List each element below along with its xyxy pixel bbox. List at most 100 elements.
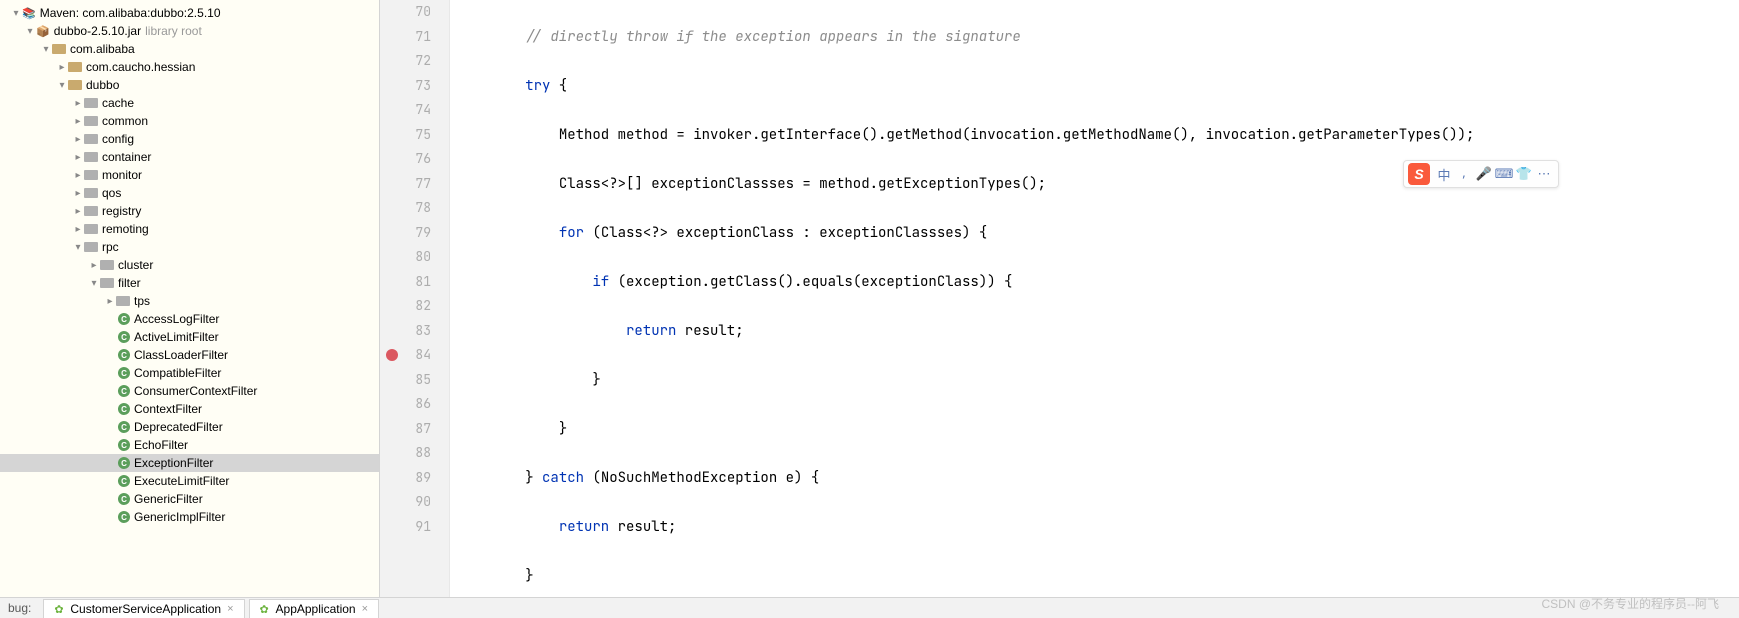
line-number[interactable]: 74 [380,98,431,123]
tree-node-package[interactable]: ▾ dubbo [0,76,379,94]
close-icon[interactable]: × [362,603,368,615]
folder-icon [84,98,98,108]
line-number[interactable]: 76 [380,147,431,172]
class-icon: C [118,331,130,343]
ime-punct-button[interactable]: ⸴ [1454,164,1474,184]
tree-node-folder[interactable]: ▸monitor [0,166,379,184]
line-number[interactable]: 73 [380,74,431,99]
tree-node-class[interactable]: CEchoFilter [0,436,379,454]
tree-node-folder[interactable]: ▸tps [0,292,379,310]
class-icon: C [118,313,130,325]
tree-node-class[interactable]: CContextFilter [0,400,379,418]
line-number[interactable]: 87 [380,417,431,442]
project-tree[interactable]: ▾ 📚 Maven: com.alibaba:dubbo:2.5.10 ▾ 📦 … [0,0,380,597]
tree-node-class[interactable]: CExecuteLimitFilter [0,472,379,490]
class-icon: C [118,511,130,523]
chevron-right-icon: ▸ [72,170,84,181]
chevron-right-icon: ▸ [56,62,68,73]
tree-node-folder[interactable]: ▾filter [0,274,379,292]
tree-node-folder[interactable]: ▸container [0,148,379,166]
chevron-right-icon: ▸ [72,98,84,109]
tree-node-class[interactable]: CAccessLogFilter [0,310,379,328]
chevron-right-icon: ▸ [72,152,84,163]
ime-lang-button[interactable]: 中 [1434,164,1454,184]
sogou-logo-icon[interactable]: S [1408,163,1430,185]
chevron-down-icon: ▾ [56,80,68,91]
chevron-right-icon: ▸ [72,224,84,235]
class-icon: C [118,493,130,505]
tree-node-class[interactable]: CGenericFilter [0,490,379,508]
line-number[interactable]: 91 [380,515,431,540]
run-tab[interactable]: ✿ AppApplication × [249,599,380,618]
line-number[interactable]: 89 [380,466,431,491]
ime-more-button[interactable]: ⋯ [1534,164,1554,184]
line-number[interactable]: 70 [380,0,431,25]
bottom-bar: bug: ✿ CustomerServiceApplication × ✿ Ap… [0,597,1739,618]
tree-node-folder[interactable]: ▸remoting [0,220,379,238]
class-icon: C [118,439,130,451]
close-icon[interactable]: × [227,603,233,615]
tree-node-folder[interactable]: ▸cluster [0,256,379,274]
class-icon: C [118,367,130,379]
line-number[interactable]: 77 [380,172,431,197]
code-editor[interactable]: 7071727374757677787980818283848586878889… [380,0,1739,597]
line-number[interactable]: 84 [380,343,431,368]
folder-icon [100,278,114,288]
tree-node-folder[interactable]: ▸qos [0,184,379,202]
code-comment: // directly throw if the exception appea… [525,28,1021,46]
folder-icon [84,116,98,126]
class-icon: C [118,457,130,469]
ime-toolbar[interactable]: S 中 ⸴ 🎤 ⌨ 👕 ⋯ [1403,160,1559,188]
line-number[interactable]: 81 [380,270,431,295]
code-content[interactable]: // directly throw if the exception appea… [450,0,1739,597]
tree-node-jar[interactable]: ▾ 📦 dubbo-2.5.10.jar library root [0,22,379,40]
folder-icon [84,170,98,180]
line-number[interactable]: 90 [380,490,431,515]
chevron-down-icon: ▾ [24,26,36,37]
package-icon [68,62,82,72]
folder-icon [84,134,98,144]
line-number[interactable]: 71 [380,25,431,50]
line-number[interactable]: 88 [380,441,431,466]
ime-voice-button[interactable]: 🎤 [1474,164,1494,184]
ime-keyboard-button[interactable]: ⌨ [1494,164,1514,184]
tree-node-folder[interactable]: ▸registry [0,202,379,220]
line-number[interactable]: 86 [380,392,431,417]
tree-node-class[interactable]: CClassLoaderFilter [0,346,379,364]
tree-node-folder[interactable]: ▾rpc [0,238,379,256]
line-number[interactable]: 82 [380,294,431,319]
tree-node-class[interactable]: CExceptionFilter [0,454,379,472]
chevron-right-icon: ▸ [72,206,84,217]
chevron-right-icon: ▸ [88,260,100,271]
folder-icon [100,260,114,270]
line-number[interactable]: 80 [380,245,431,270]
tree-node-class[interactable]: CActiveLimitFilter [0,328,379,346]
tree-node-folder[interactable]: ▸cache [0,94,379,112]
line-number[interactable]: 78 [380,196,431,221]
folder-icon [84,188,98,198]
tree-node-folder[interactable]: ▸config [0,130,379,148]
line-number[interactable]: 83 [380,319,431,344]
folder-icon [84,224,98,234]
chevron-right-icon: ▸ [72,116,84,127]
tree-node-class[interactable]: CConsumerContextFilter [0,382,379,400]
tree-node-class[interactable]: CGenericImplFilter [0,508,379,526]
folder-icon [116,296,130,306]
line-number[interactable]: 79 [380,221,431,246]
tree-node-maven[interactable]: ▾ 📚 Maven: com.alibaba:dubbo:2.5.10 [0,4,379,22]
breakpoint-icon[interactable] [386,349,398,361]
line-number[interactable]: 72 [380,49,431,74]
tree-node-package[interactable]: ▸ com.caucho.hessian [0,58,379,76]
ime-skin-button[interactable]: 👕 [1514,164,1534,184]
gutter[interactable]: 7071727374757677787980818283848586878889… [380,0,450,597]
debug-label: bug: [0,601,39,615]
tree-node-class[interactable]: CDeprecatedFilter [0,418,379,436]
run-tab[interactable]: ✿ CustomerServiceApplication × [43,599,244,618]
line-number[interactable]: 75 [380,123,431,148]
chevron-down-icon: ▾ [40,44,52,55]
tree-node-package[interactable]: ▾ com.alibaba [0,40,379,58]
tree-node-class[interactable]: CCompatibleFilter [0,364,379,382]
line-number[interactable]: 85 [380,368,431,393]
spring-icon: ✿ [260,603,272,615]
tree-node-folder[interactable]: ▸common [0,112,379,130]
